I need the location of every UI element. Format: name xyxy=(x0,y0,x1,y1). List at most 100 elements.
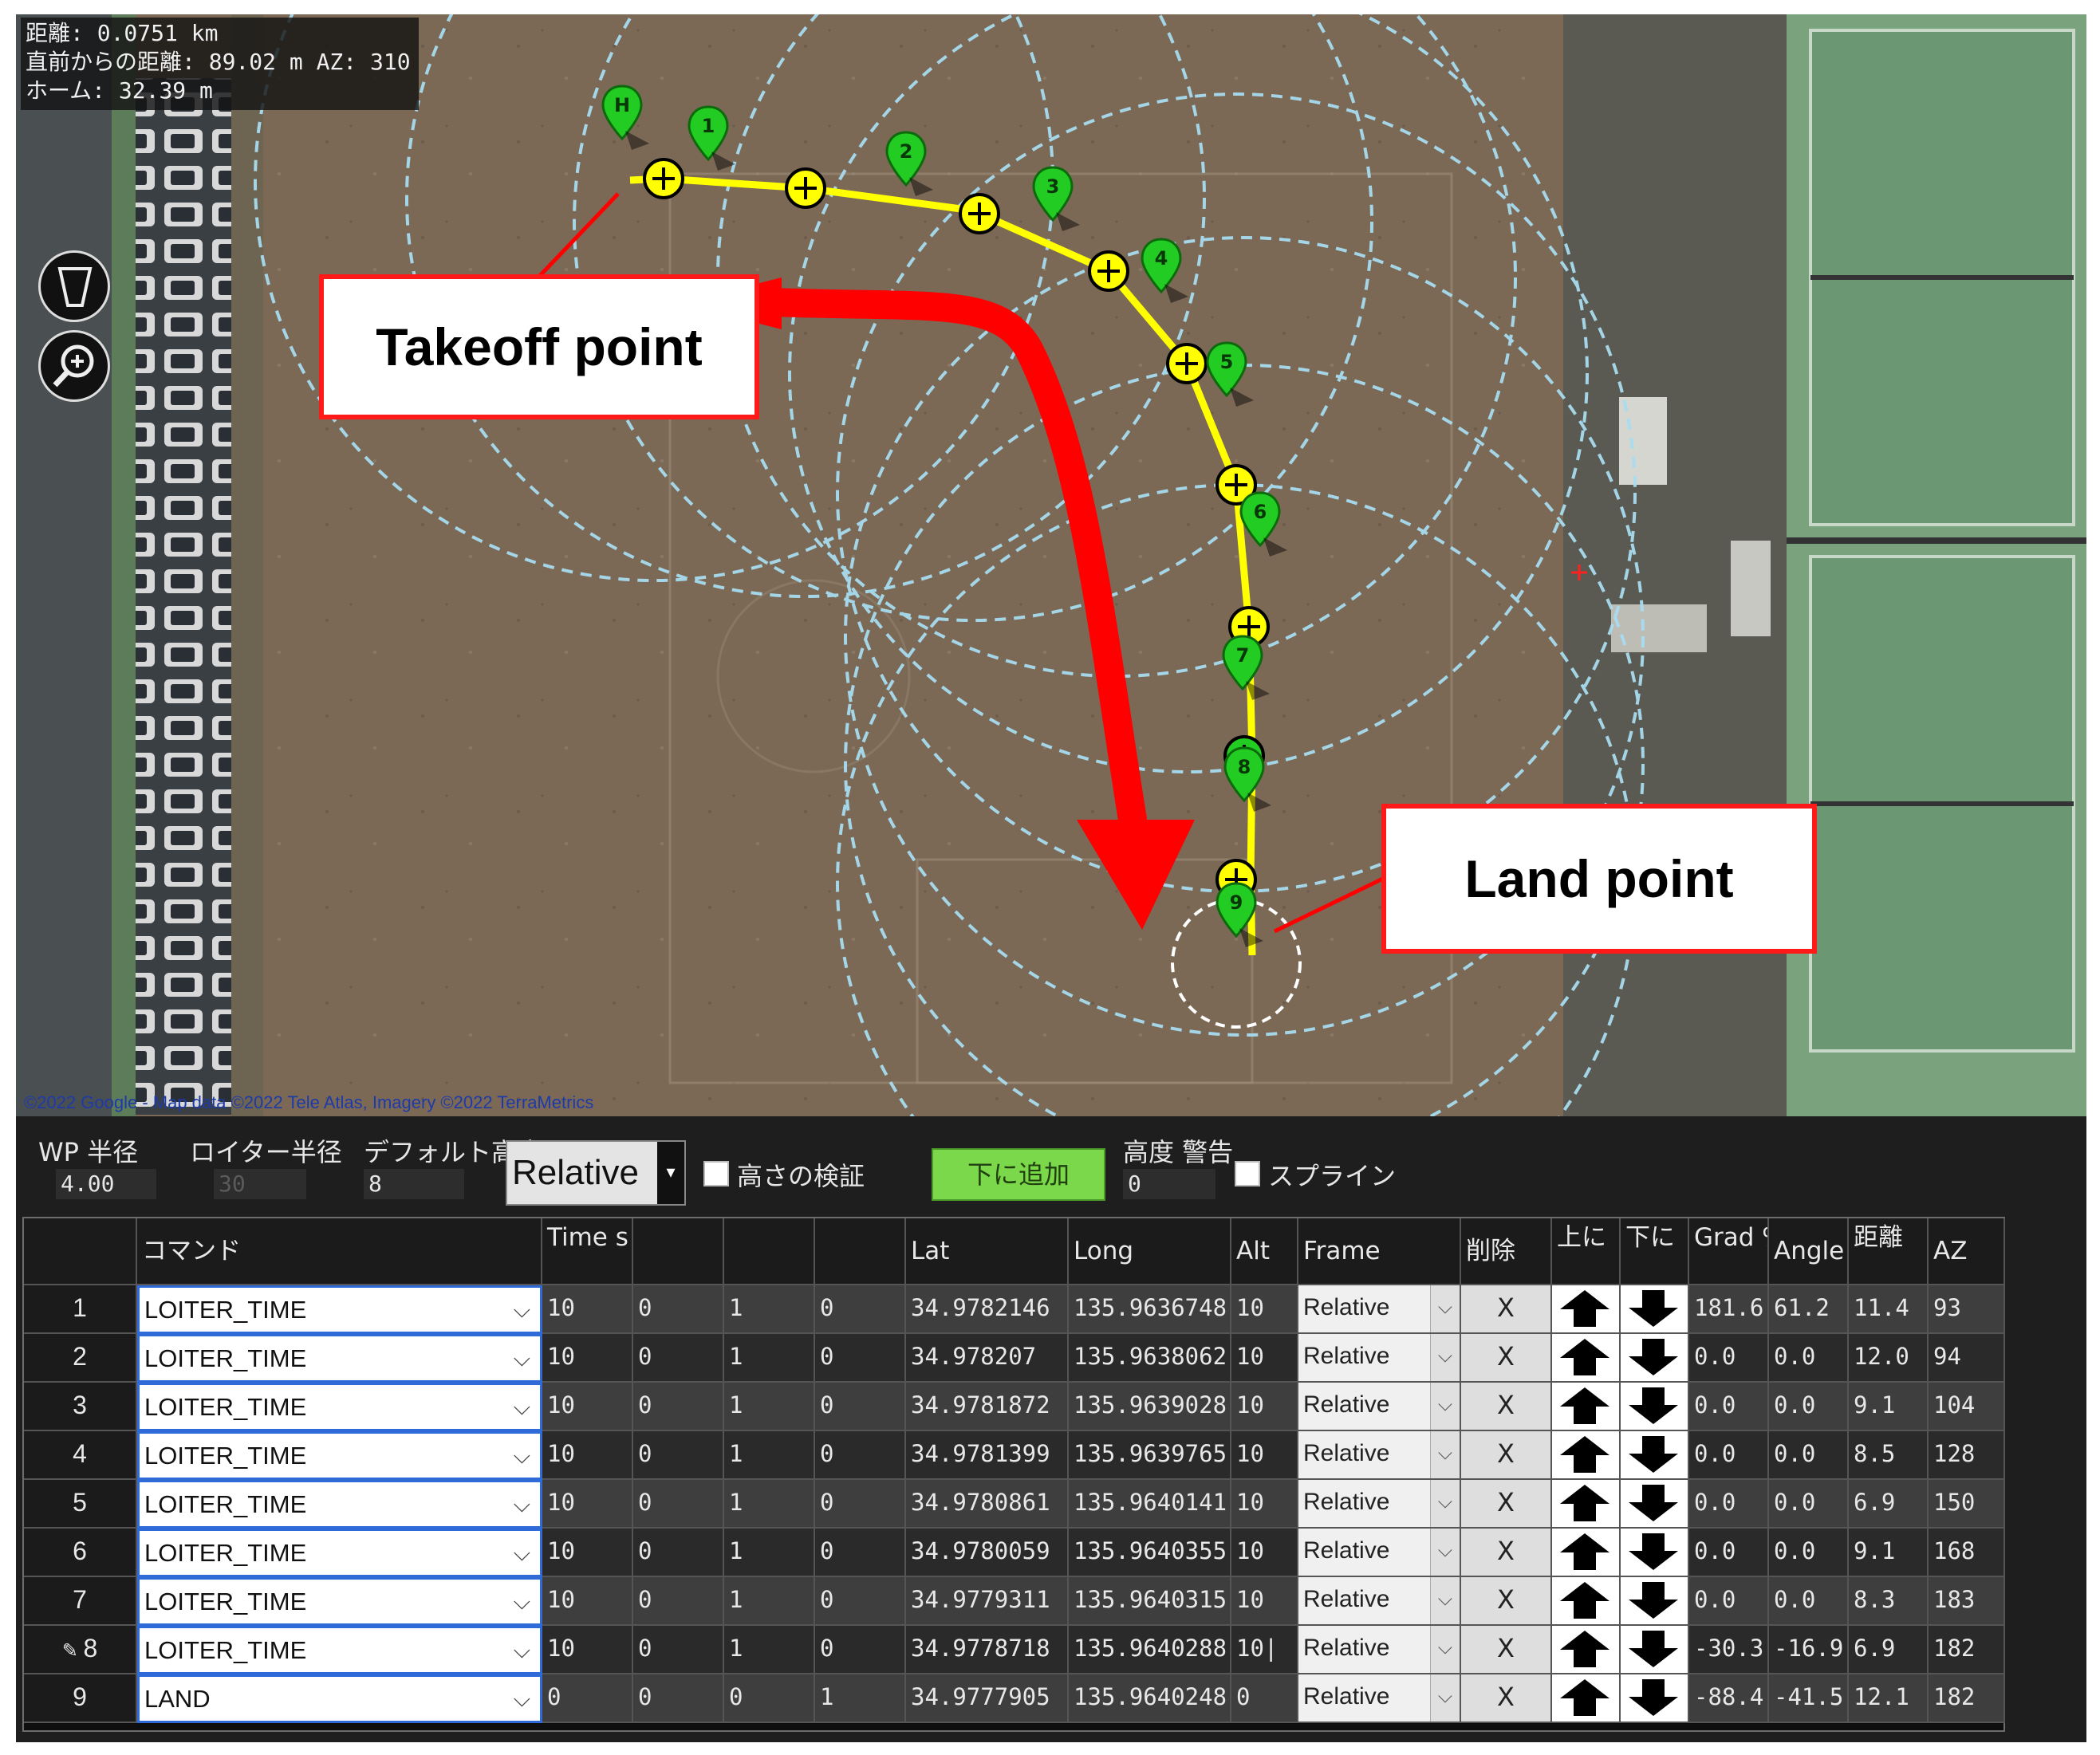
move-up-button[interactable] xyxy=(1552,1480,1621,1529)
table-row[interactable]: 4 LOITER_TIME ⌵ 10 0 1 0 34.9781399 135.9639765 1… xyxy=(24,1431,2005,1480)
p3-cell[interactable]: 0 xyxy=(724,1674,815,1723)
alt-cell[interactable]: 10 xyxy=(1231,1383,1298,1431)
header-down[interactable]: 下に xyxy=(1621,1218,1689,1285)
verify-height-checkbox[interactable] xyxy=(703,1161,729,1186)
p4-cell[interactable]: 0 xyxy=(815,1626,906,1674)
dist-cell[interactable]: 12.0 xyxy=(1849,1334,1929,1383)
p2-cell[interactable]: 0 xyxy=(633,1626,724,1674)
lat-cell[interactable]: 34.9780059 xyxy=(906,1529,1069,1577)
grad-cell[interactable]: 0.0 xyxy=(1689,1334,1769,1383)
p4-cell[interactable]: 0 xyxy=(815,1383,906,1431)
time-cell[interactable]: 10 xyxy=(542,1285,633,1334)
alt-cell[interactable]: 0 xyxy=(1231,1674,1298,1723)
waypoint-pin-1[interactable]: 1 xyxy=(686,104,742,175)
waypoint-pin-9[interactable]: 9 xyxy=(1214,880,1270,952)
lat-cell[interactable]: 34.978207 xyxy=(906,1334,1069,1383)
p4-cell[interactable]: 0 xyxy=(815,1529,906,1577)
move-down-button[interactable] xyxy=(1621,1626,1689,1674)
move-down-button[interactable] xyxy=(1621,1334,1689,1383)
p3-cell[interactable]: 1 xyxy=(724,1431,815,1480)
p3-cell[interactable]: 1 xyxy=(724,1529,815,1577)
frame-select[interactable]: Relative ⌵ xyxy=(1298,1529,1461,1577)
lat-cell[interactable]: 34.9781872 xyxy=(906,1383,1069,1431)
grad-cell[interactable]: 0.0 xyxy=(1689,1529,1769,1577)
table-row[interactable]: 5 LOITER_TIME ⌵ 10 0 1 0 34.9780861 135.9640141 1… xyxy=(24,1480,2005,1529)
lat-cell[interactable]: 34.9778718 xyxy=(906,1626,1069,1674)
time-cell[interactable]: 10 xyxy=(542,1480,633,1529)
alt-cell[interactable]: 10 xyxy=(1231,1529,1298,1577)
time-cell[interactable]: 10 xyxy=(542,1431,633,1480)
p3-cell[interactable]: 1 xyxy=(724,1334,815,1383)
move-up-button[interactable] xyxy=(1552,1285,1621,1334)
az-cell[interactable]: 128 xyxy=(1929,1431,2005,1480)
angle-cell[interactable]: 0.0 xyxy=(1769,1334,1849,1383)
p4-cell[interactable]: 0 xyxy=(815,1431,906,1480)
dist-cell[interactable]: 11.4 xyxy=(1849,1285,1929,1334)
altitude-frame-select[interactable]: Relative ▾ xyxy=(506,1140,686,1206)
p2-cell[interactable]: 0 xyxy=(633,1529,724,1577)
angle-cell[interactable]: -16.9 xyxy=(1769,1626,1849,1674)
header-lat[interactable]: Lat xyxy=(906,1218,1069,1285)
move-up-button[interactable] xyxy=(1552,1383,1621,1431)
command-select[interactable]: LOITER_TIME ⌵ xyxy=(137,1529,542,1577)
grad-cell[interactable]: 0.0 xyxy=(1689,1480,1769,1529)
frame-select[interactable]: Relative ⌵ xyxy=(1298,1577,1461,1626)
p2-cell[interactable]: 0 xyxy=(633,1480,724,1529)
lon-cell[interactable]: 135.9636748 xyxy=(1069,1285,1231,1334)
frame-select[interactable]: Relative ⌵ xyxy=(1298,1431,1461,1480)
az-cell[interactable]: 93 xyxy=(1929,1285,2005,1334)
move-down-button[interactable] xyxy=(1621,1285,1689,1334)
lat-cell[interactable]: 34.9777905 xyxy=(906,1674,1069,1723)
move-down-button[interactable] xyxy=(1621,1383,1689,1431)
p4-cell[interactable]: 0 xyxy=(815,1480,906,1529)
move-up-button[interactable] xyxy=(1552,1674,1621,1723)
p2-cell[interactable]: 0 xyxy=(633,1431,724,1480)
command-select[interactable]: LOITER_TIME ⌵ xyxy=(137,1626,542,1674)
delete-button[interactable]: X xyxy=(1461,1334,1552,1383)
move-down-button[interactable] xyxy=(1621,1577,1689,1626)
move-down-button[interactable] xyxy=(1621,1480,1689,1529)
p2-cell[interactable]: 0 xyxy=(633,1577,724,1626)
p4-cell[interactable]: 0 xyxy=(815,1577,906,1626)
move-down-button[interactable] xyxy=(1621,1529,1689,1577)
header-up[interactable]: 上に xyxy=(1552,1218,1621,1285)
spline-checkbox[interactable] xyxy=(1235,1161,1260,1186)
frame-select[interactable]: Relative ⌵ xyxy=(1298,1334,1461,1383)
waypoint-pin-3[interactable]: 3 xyxy=(1030,164,1086,236)
header-command[interactable]: コマンド xyxy=(137,1218,542,1285)
time-cell[interactable]: 0 xyxy=(542,1674,633,1723)
command-select[interactable]: LOITER_TIME ⌵ xyxy=(137,1480,542,1529)
lat-cell[interactable]: 34.9781399 xyxy=(906,1431,1069,1480)
move-up-button[interactable] xyxy=(1552,1431,1621,1480)
delete-button[interactable]: X xyxy=(1461,1285,1552,1334)
grad-cell[interactable]: 0.0 xyxy=(1689,1431,1769,1480)
az-cell[interactable]: 168 xyxy=(1929,1529,2005,1577)
move-up-button[interactable] xyxy=(1552,1334,1621,1383)
az-cell[interactable]: 183 xyxy=(1929,1577,2005,1626)
header-time[interactable]: Time s xyxy=(542,1218,633,1285)
dist-cell[interactable]: 12.1 xyxy=(1849,1674,1929,1723)
lon-cell[interactable]: 135.9640141 xyxy=(1069,1480,1231,1529)
lat-cell[interactable]: 34.9780861 xyxy=(906,1480,1069,1529)
delete-button[interactable]: X xyxy=(1461,1529,1552,1577)
waypoint-pin-7[interactable]: 7 xyxy=(1220,633,1276,705)
waypoint-pin-6[interactable]: 6 xyxy=(1238,490,1294,561)
delete-button[interactable]: X xyxy=(1461,1431,1552,1480)
command-select[interactable]: LOITER_TIME ⌵ xyxy=(137,1577,542,1626)
angle-cell[interactable]: 0.0 xyxy=(1769,1383,1849,1431)
angle-cell[interactable]: 0.0 xyxy=(1769,1529,1849,1577)
time-cell[interactable]: 10 xyxy=(542,1383,633,1431)
header-long[interactable]: Long xyxy=(1069,1218,1231,1285)
alt-cell[interactable]: 10 xyxy=(1231,1480,1298,1529)
lat-cell[interactable]: 34.9779311 xyxy=(906,1577,1069,1626)
az-cell[interactable]: 182 xyxy=(1929,1626,2005,1674)
az-cell[interactable]: 150 xyxy=(1929,1480,2005,1529)
time-cell[interactable]: 10 xyxy=(542,1529,633,1577)
lon-cell[interactable]: 135.9640288 xyxy=(1069,1626,1231,1674)
header-angle[interactable]: Angle xyxy=(1769,1218,1849,1285)
header-delete[interactable]: 削除 xyxy=(1461,1218,1552,1285)
move-down-button[interactable] xyxy=(1621,1431,1689,1480)
header-param3[interactable] xyxy=(724,1218,815,1285)
lon-cell[interactable]: 135.9638062 xyxy=(1069,1334,1231,1383)
header-grad[interactable]: Grad % xyxy=(1689,1218,1769,1285)
